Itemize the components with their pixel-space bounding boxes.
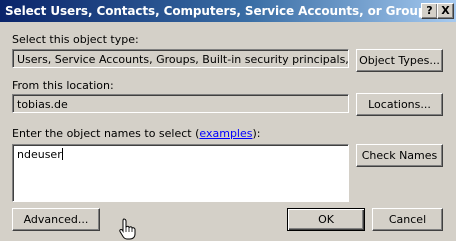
object-names-label: Enter the object names to select (exampl…	[12, 127, 260, 140]
object-names-input[interactable]: ndeuser	[12, 144, 349, 202]
object-types-button[interactable]: Object Types...	[356, 49, 443, 72]
help-button[interactable]: ?	[421, 3, 438, 19]
location-field: tobias.de	[12, 94, 349, 113]
dialog-title: Select Users, Contacts, Computers, Servi…	[5, 4, 434, 18]
close-button[interactable]: X	[437, 3, 454, 19]
locations-button[interactable]: Locations...	[356, 93, 443, 116]
help-icon: ?	[426, 4, 433, 17]
object-names-value: ndeuser	[17, 148, 62, 161]
close-icon: X	[441, 4, 450, 17]
examples-link[interactable]: examples	[199, 127, 252, 140]
object-names-label-suffix: ):	[252, 127, 261, 140]
hand-cursor-icon	[119, 218, 136, 240]
title-bar[interactable]: Select Users, Contacts, Computers, Servi…	[0, 0, 456, 22]
ok-button[interactable]: OK	[287, 208, 365, 231]
object-names-label-prefix: Enter the object names to select (	[12, 127, 200, 140]
select-users-dialog: Select Users, Contacts, Computers, Servi…	[0, 0, 456, 241]
cancel-button[interactable]: Cancel	[372, 208, 443, 231]
check-names-button[interactable]: Check Names	[356, 144, 443, 167]
location-label: From this location:	[12, 79, 114, 92]
object-type-label: Select this object type:	[12, 33, 139, 46]
text-caret	[61, 148, 63, 160]
advanced-button[interactable]: Advanced...	[12, 208, 100, 231]
object-type-field: Users, Service Accounts, Groups, Built-i…	[12, 49, 349, 68]
